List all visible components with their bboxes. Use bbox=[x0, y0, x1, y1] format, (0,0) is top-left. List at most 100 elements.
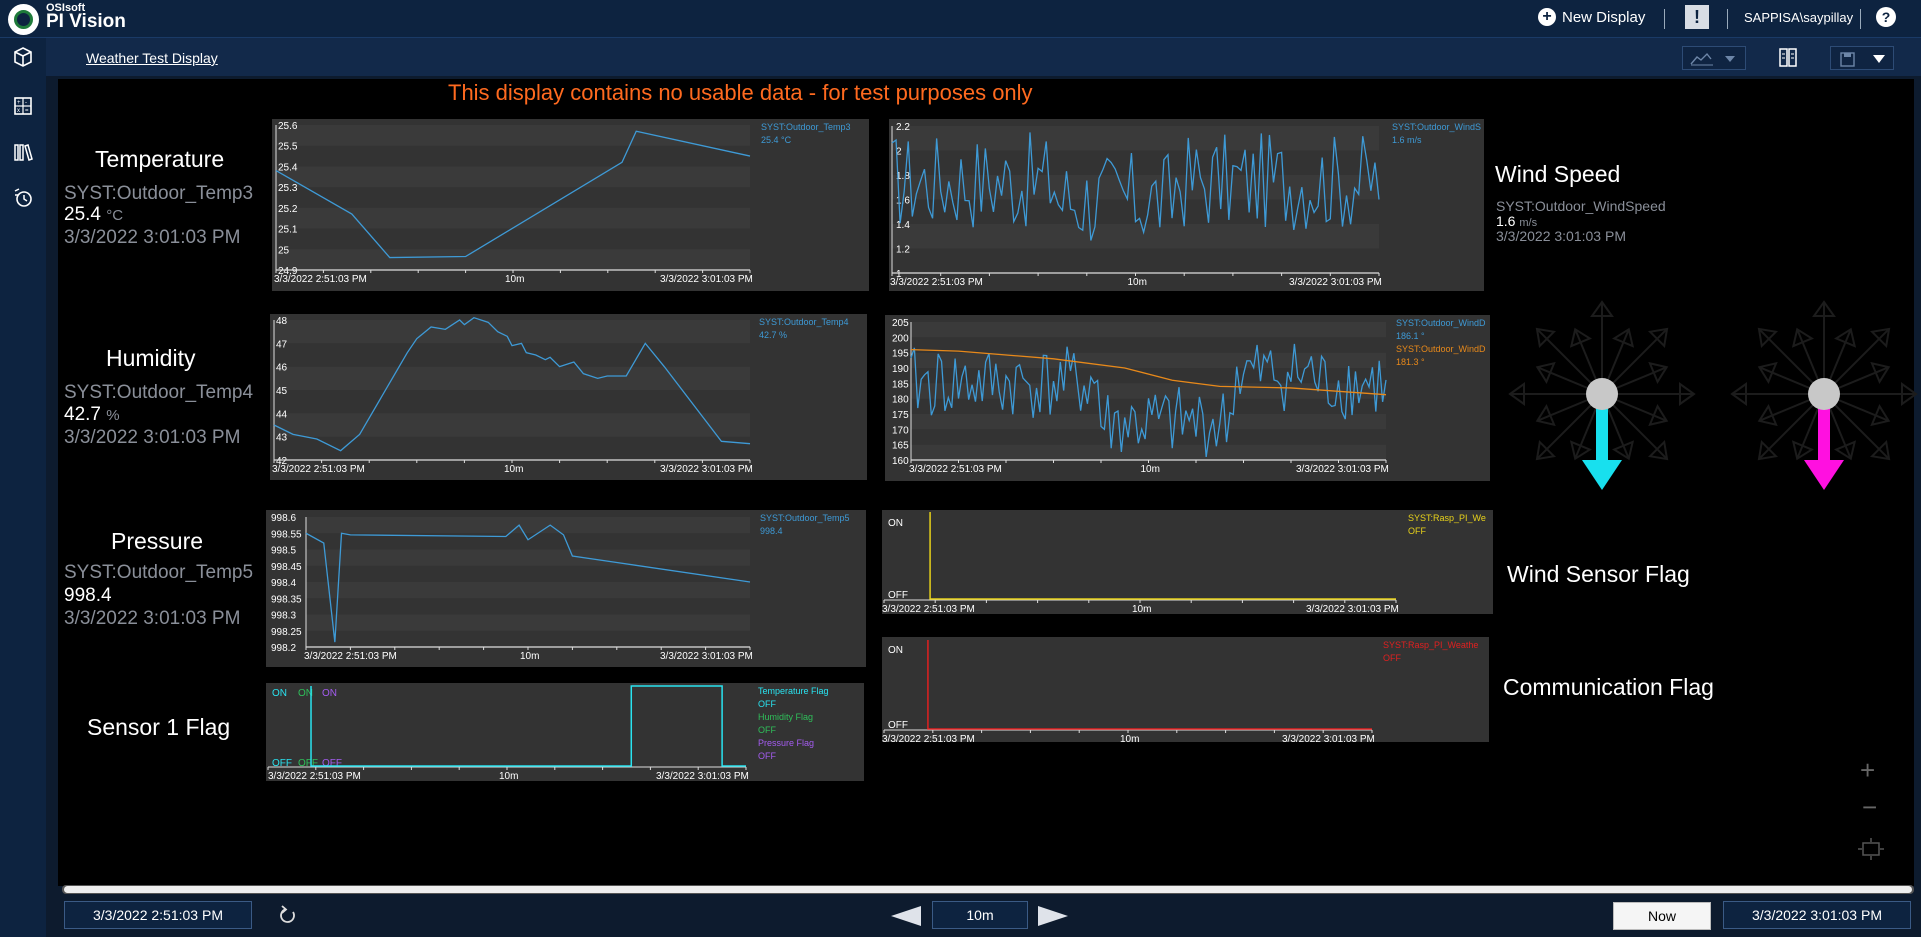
humidity-trend[interactable]: 48 47 46 45 44 43 42 3/3/2022 2:51:03 PM 10m 3/3/… bbox=[270, 314, 867, 480]
horizontal-scrollbar-thumb[interactable] bbox=[64, 886, 1912, 893]
communication-flag-trend[interactable]: ON OFF 3/3/2022 2:51:03 PM 10m 3/3/2022 3:01… bbox=[882, 637, 1489, 742]
time-back-arrow-icon[interactable] bbox=[889, 905, 923, 927]
y-tick-label: 180 bbox=[892, 395, 909, 406]
x-end-label: 3/3/2022 3:01:03 PM bbox=[1282, 734, 1375, 742]
svg-text:=: = bbox=[25, 108, 29, 114]
trend-band bbox=[306, 517, 750, 534]
new-display-button[interactable]: + New Display bbox=[1538, 8, 1645, 26]
display-details-icon[interactable] bbox=[1776, 46, 1800, 70]
pressure-trend[interactable]: 998.6 998.55 998.5 998.45 998.4 998.35 998.3 99… bbox=[266, 510, 866, 667]
y-tick-label: 45 bbox=[276, 386, 288, 397]
y-tick-label: 25.6 bbox=[278, 121, 298, 132]
pressure-tag[interactable]: SYST:Outdoor_Temp5 bbox=[64, 562, 253, 584]
temperature-trace[interactable] bbox=[275, 130, 751, 259]
trend-type-button[interactable] bbox=[1682, 46, 1746, 70]
new-display-label: New Display bbox=[1562, 8, 1646, 26]
time-forward-arrow-icon[interactable] bbox=[1036, 905, 1070, 927]
wind-direction-compass-left[interactable] bbox=[1504, 296, 1700, 492]
divider bbox=[1860, 9, 1861, 29]
help-icon[interactable]: ? bbox=[1876, 7, 1896, 27]
wind-speed-tag[interactable]: SYST:Outdoor_WindSpeed bbox=[1496, 198, 1666, 214]
end-time-input[interactable]: 3/3/2022 3:01:03 PM bbox=[1723, 901, 1911, 929]
divider bbox=[1727, 9, 1728, 29]
duration-input[interactable]: 10m bbox=[932, 901, 1028, 929]
legend-trace-name[interactable]: SYST:Outdoor_WindD bbox=[1396, 317, 1490, 330]
commflag-trace[interactable] bbox=[927, 640, 1372, 730]
trend-band bbox=[911, 352, 1386, 368]
y-tick-label: 998.45 bbox=[271, 562, 302, 573]
cube-icon[interactable] bbox=[12, 46, 34, 68]
legend-trace-name[interactable]: SYST:Rasp_PI_We bbox=[1408, 512, 1493, 525]
trend-band bbox=[892, 126, 1379, 151]
humidity-title: Humidity bbox=[106, 345, 196, 371]
start-time-input[interactable]: 3/3/2022 2:51:03 PM bbox=[64, 901, 252, 929]
y-tick-label: 1.2 bbox=[896, 245, 910, 256]
x-end-label: 3/3/2022 3:01:03 PM bbox=[1289, 277, 1382, 288]
direction-needle-head bbox=[1582, 460, 1622, 490]
brand-product[interactable]: PI Vision bbox=[46, 11, 126, 33]
y-tick-label: 170 bbox=[892, 425, 909, 436]
trend-band bbox=[274, 366, 750, 390]
x-start-label: 3/3/2022 2:51:03 PM bbox=[909, 464, 1002, 475]
revert-icon[interactable] bbox=[277, 904, 299, 926]
y-tick-label: 998.35 bbox=[271, 594, 302, 605]
osisoft-logo-icon[interactable] bbox=[8, 4, 39, 35]
svg-text:+: + bbox=[17, 100, 21, 106]
x-start-label: 3/3/2022 2:51:03 PM bbox=[882, 604, 975, 614]
pressure-value[interactable]: 998.4 bbox=[64, 585, 112, 607]
x-span-label: 10m bbox=[1141, 464, 1160, 475]
humidity-value[interactable]: 42.7 % bbox=[64, 404, 120, 426]
y-tick-label: 48 bbox=[276, 316, 288, 327]
wind-speed-value[interactable]: 1.6 m/s bbox=[1496, 213, 1537, 229]
temperature-flag-trace[interactable] bbox=[310, 685, 746, 767]
x-span-label: 10m bbox=[505, 274, 524, 285]
temperature-timestamp: 3/3/2022 3:01:03 PM bbox=[64, 227, 241, 248]
y-tick-label: 1.4 bbox=[896, 220, 910, 231]
legend-trace-name[interactable]: Temperature Flag bbox=[758, 685, 864, 698]
humidity-tag[interactable]: SYST:Outdoor_Temp4 bbox=[64, 382, 253, 404]
fit-to-screen-icon[interactable] bbox=[1858, 838, 1884, 860]
y-tick-label: 195 bbox=[892, 349, 909, 360]
sensor1-flag-title: Sensor 1 Flag bbox=[87, 714, 231, 740]
wind-sensor-flag-trend[interactable]: ON OFF 3/3/2022 2:51:03 PM 10m 3/3/2022 3:01… bbox=[882, 510, 1493, 614]
temperature-unit: °C bbox=[106, 207, 124, 224]
legend-trace-value: OFF bbox=[1383, 653, 1401, 663]
legend-trace-name[interactable]: SYST:Outdoor_WindD bbox=[1396, 343, 1490, 356]
legend-trace-name[interactable]: SYST:Outdoor_Temp5 bbox=[760, 512, 866, 525]
temperature-value[interactable]: 25.4 °C bbox=[64, 204, 123, 226]
display-title[interactable]: Weather Test Display bbox=[86, 50, 218, 66]
state-off-label: OFF bbox=[888, 590, 908, 601]
divider bbox=[1664, 9, 1665, 29]
legend-trace-name[interactable]: Pressure Flag bbox=[758, 737, 864, 750]
library-icon[interactable] bbox=[12, 141, 34, 163]
wind-direction-trend[interactable]: 205 200 195 190 185 180 175 170 165 160 3/3/2022 2… bbox=[885, 315, 1490, 481]
legend-trace-name[interactable]: SYST:Outdoor_Temp3 bbox=[761, 121, 869, 134]
sensor1-flag-trend[interactable]: ON ON ON OFF OFF OFF 3/3/2022 2:51:03 PM 10m 3/3… bbox=[266, 683, 864, 781]
legend-trace-name[interactable]: Humidity Flag bbox=[758, 711, 864, 724]
temperature-trend[interactable]: 25.6 25.5 25.4 25.3 25.2 25.1 25 24.9 3/3/2022 2… bbox=[272, 119, 869, 291]
legend-trace-name[interactable]: SYST:Outdoor_Temp4 bbox=[759, 316, 867, 329]
y-tick-label: 205 bbox=[892, 318, 909, 329]
save-button[interactable] bbox=[1830, 46, 1894, 70]
alert-icon[interactable]: ! bbox=[1685, 5, 1709, 29]
svg-text:x: x bbox=[17, 108, 20, 114]
x-start-label: 3/3/2022 2:51:03 PM bbox=[882, 734, 975, 742]
windflag-trace[interactable] bbox=[929, 512, 1396, 600]
direction-needle-head bbox=[1804, 460, 1844, 490]
display-toolbar: Weather Test Display bbox=[46, 38, 1921, 76]
legend-trace-name[interactable]: SYST:Rasp_PI_Weathe bbox=[1383, 639, 1489, 652]
y-tick-label: 44 bbox=[276, 409, 288, 420]
legend-trace-value: OFF bbox=[758, 725, 776, 735]
trend-band bbox=[306, 614, 750, 631]
zoom-in-icon[interactable]: + bbox=[1860, 755, 1875, 786]
calculator-icon[interactable]: + - x = bbox=[12, 95, 34, 117]
temperature-tag[interactable]: SYST:Outdoor_Temp3 bbox=[64, 183, 253, 205]
zoom-out-icon[interactable]: − bbox=[1862, 792, 1877, 823]
now-button[interactable]: Now bbox=[1613, 902, 1711, 930]
wind-speed-trend[interactable]: 2.2 2 1.8 1.6 1.4 1.2 1 3/3/2022 2:51:03 PM 10m 3… bbox=[889, 119, 1484, 291]
user-name[interactable]: SAPPISA\saypillay bbox=[1744, 10, 1853, 25]
x-end-label: 3/3/2022 3:01:03 PM bbox=[1296, 464, 1389, 475]
wind-direction-compass-right[interactable] bbox=[1726, 296, 1921, 492]
legend-trace-name[interactable]: SYST:Outdoor_WindS bbox=[1392, 121, 1484, 134]
event-timer-icon[interactable] bbox=[12, 186, 34, 208]
